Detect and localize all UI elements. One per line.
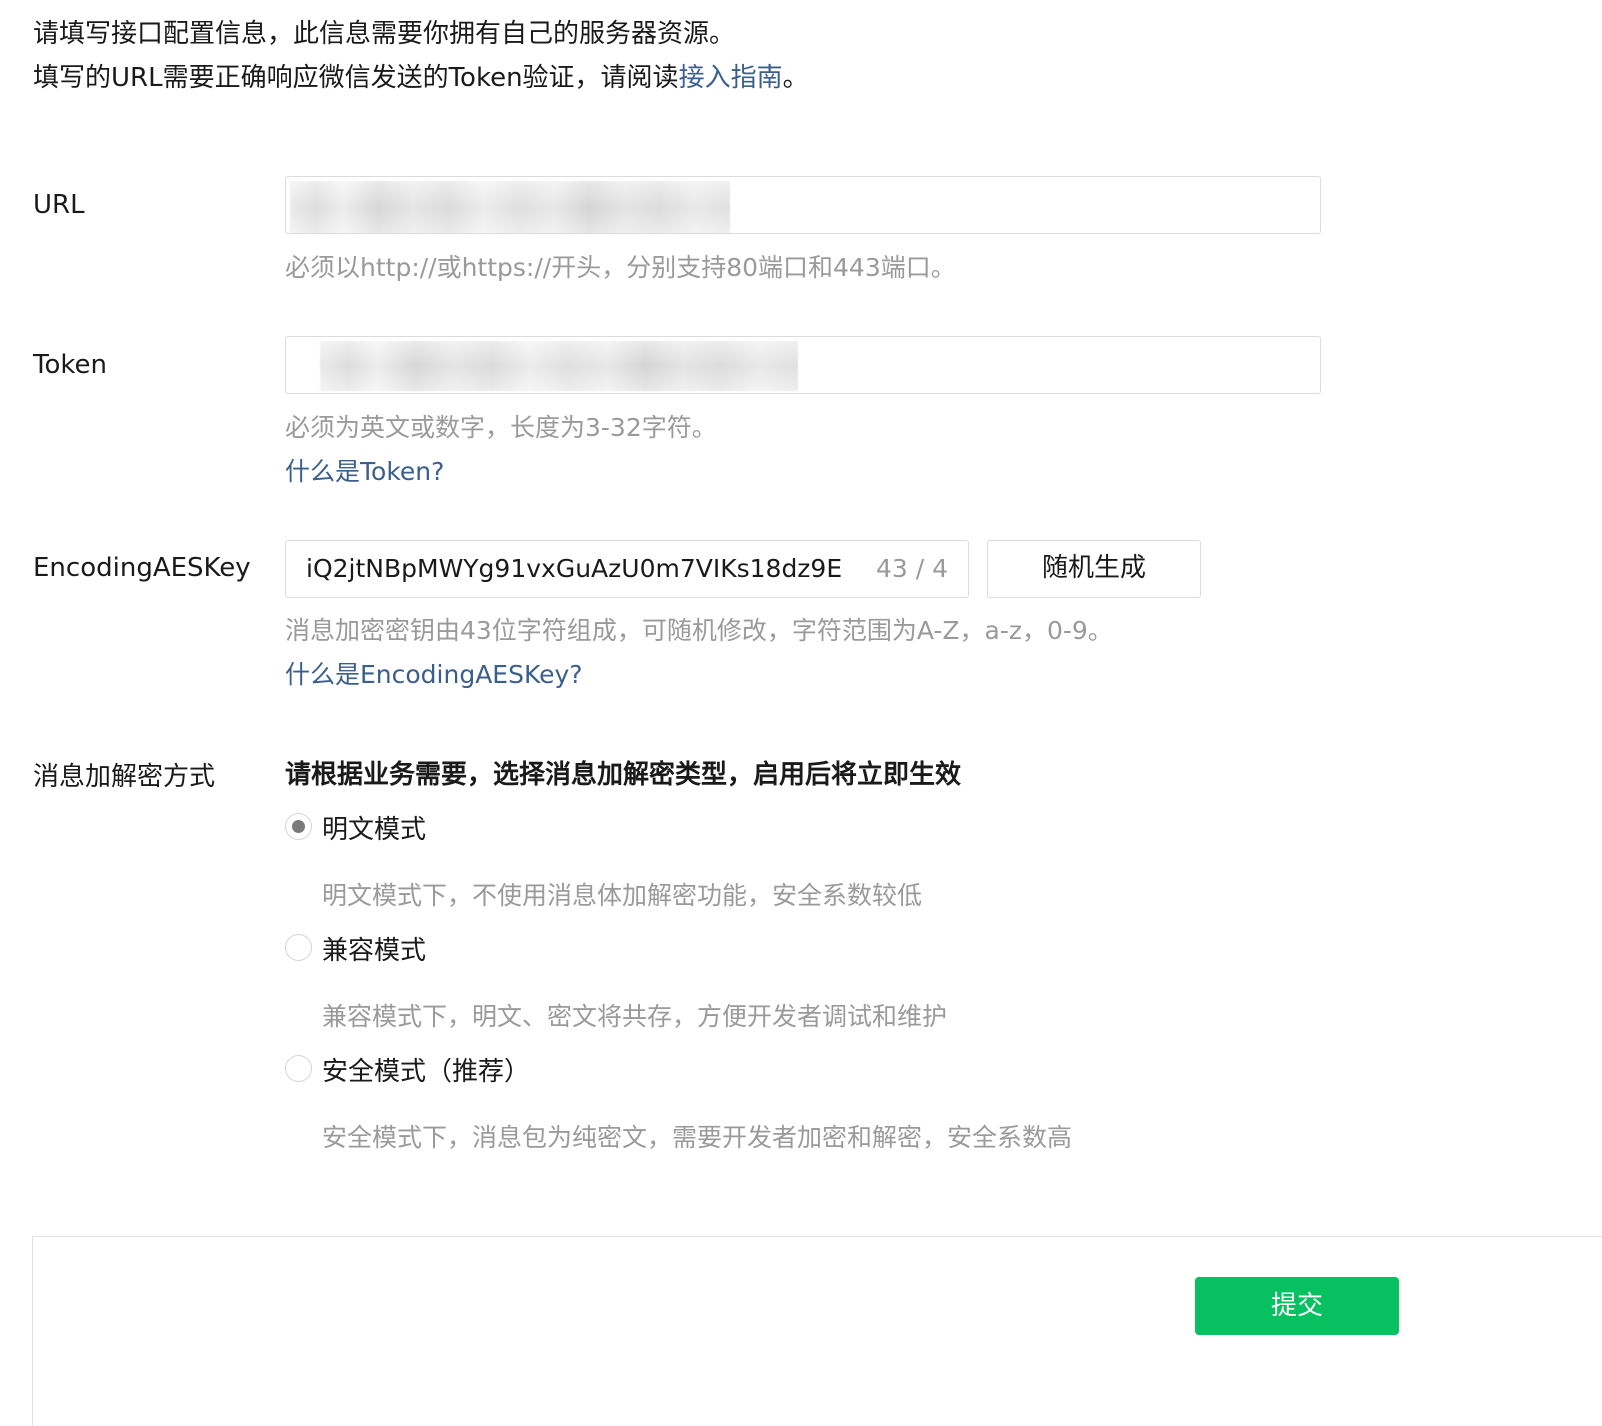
- token-hint: 必须为英文或数字，长度为3-32字符。: [285, 413, 717, 442]
- radio-selected-icon[interactable]: [285, 813, 312, 840]
- aes-key-input[interactable]: iQ2jtNBpMWYg91vxGuAzU0m7VIKs18dz9E 43 / …: [285, 540, 969, 598]
- aes-key-value: iQ2jtNBpMWYg91vxGuAzU0m7VIKs18dz9E: [306, 554, 843, 583]
- encryption-mode-title: 请根据业务需要，选择消息加解密类型，启用后将立即生效: [285, 760, 962, 790]
- radio-unselected-icon[interactable]: [285, 1055, 312, 1082]
- url-input[interactable]: [285, 176, 1321, 234]
- intro-text: 请填写接口配置信息，此信息需要你拥有自己的服务器资源。 填写的URL需要正确响应…: [33, 12, 809, 100]
- aes-key-char-count: 43 / 4: [875, 554, 948, 583]
- url-label: URL: [33, 190, 85, 220]
- encryption-mode-label: 消息加解密方式: [33, 762, 216, 792]
- token-label: Token: [33, 350, 107, 380]
- token-input[interactable]: [285, 336, 1321, 394]
- access-guide-link[interactable]: 接入指南: [679, 63, 783, 93]
- what-is-aes-key-link[interactable]: 什么是EncodingAESKey?: [285, 655, 583, 691]
- intro-line-2: 填写的URL需要正确响应微信发送的Token验证，请阅读接入指南。: [33, 56, 809, 100]
- url-redacted-value: [290, 181, 730, 233]
- interface-config-page: 请填写接口配置信息，此信息需要你拥有自己的服务器资源。 填写的URL需要正确响应…: [0, 0, 1602, 1426]
- radio-secure-label: 安全模式（推荐）: [322, 1057, 531, 1087]
- secure-mode-desc: 安全模式下，消息包为纯密文，需要开发者加密和解密，安全系数高: [322, 1123, 1073, 1152]
- intro-line-2-suffix: 。: [782, 63, 809, 93]
- url-hint: 必须以http://或https://开头，分别支持80端口和443端口。: [285, 253, 956, 282]
- random-generate-button[interactable]: 随机生成: [987, 540, 1201, 598]
- aes-key-hint: 消息加密密钥由43位字符组成，可随机修改，字符范围为A-Z，a-z，0-9。: [285, 616, 1113, 645]
- aes-key-label: EncodingAESKey: [33, 553, 251, 583]
- radio-compatible-label: 兼容模式: [322, 936, 427, 966]
- intro-line-1: 请填写接口配置信息，此信息需要你拥有自己的服务器资源。: [33, 19, 736, 49]
- submit-button[interactable]: 提交: [1195, 1277, 1399, 1335]
- compatible-mode-desc: 兼容模式下，明文、密文将共存，方便开发者调试和维护: [322, 1002, 948, 1031]
- plaintext-mode-desc: 明文模式下，不使用消息体加解密功能，安全系数较低: [322, 881, 923, 910]
- token-redacted-value: [320, 341, 798, 391]
- radio-unselected-icon[interactable]: [285, 934, 312, 961]
- radio-plaintext-label: 明文模式: [322, 815, 427, 845]
- what-is-token-link[interactable]: 什么是Token?: [285, 452, 444, 488]
- intro-line-2-text: 填写的URL需要正确响应微信发送的Token验证，请阅读: [33, 63, 679, 93]
